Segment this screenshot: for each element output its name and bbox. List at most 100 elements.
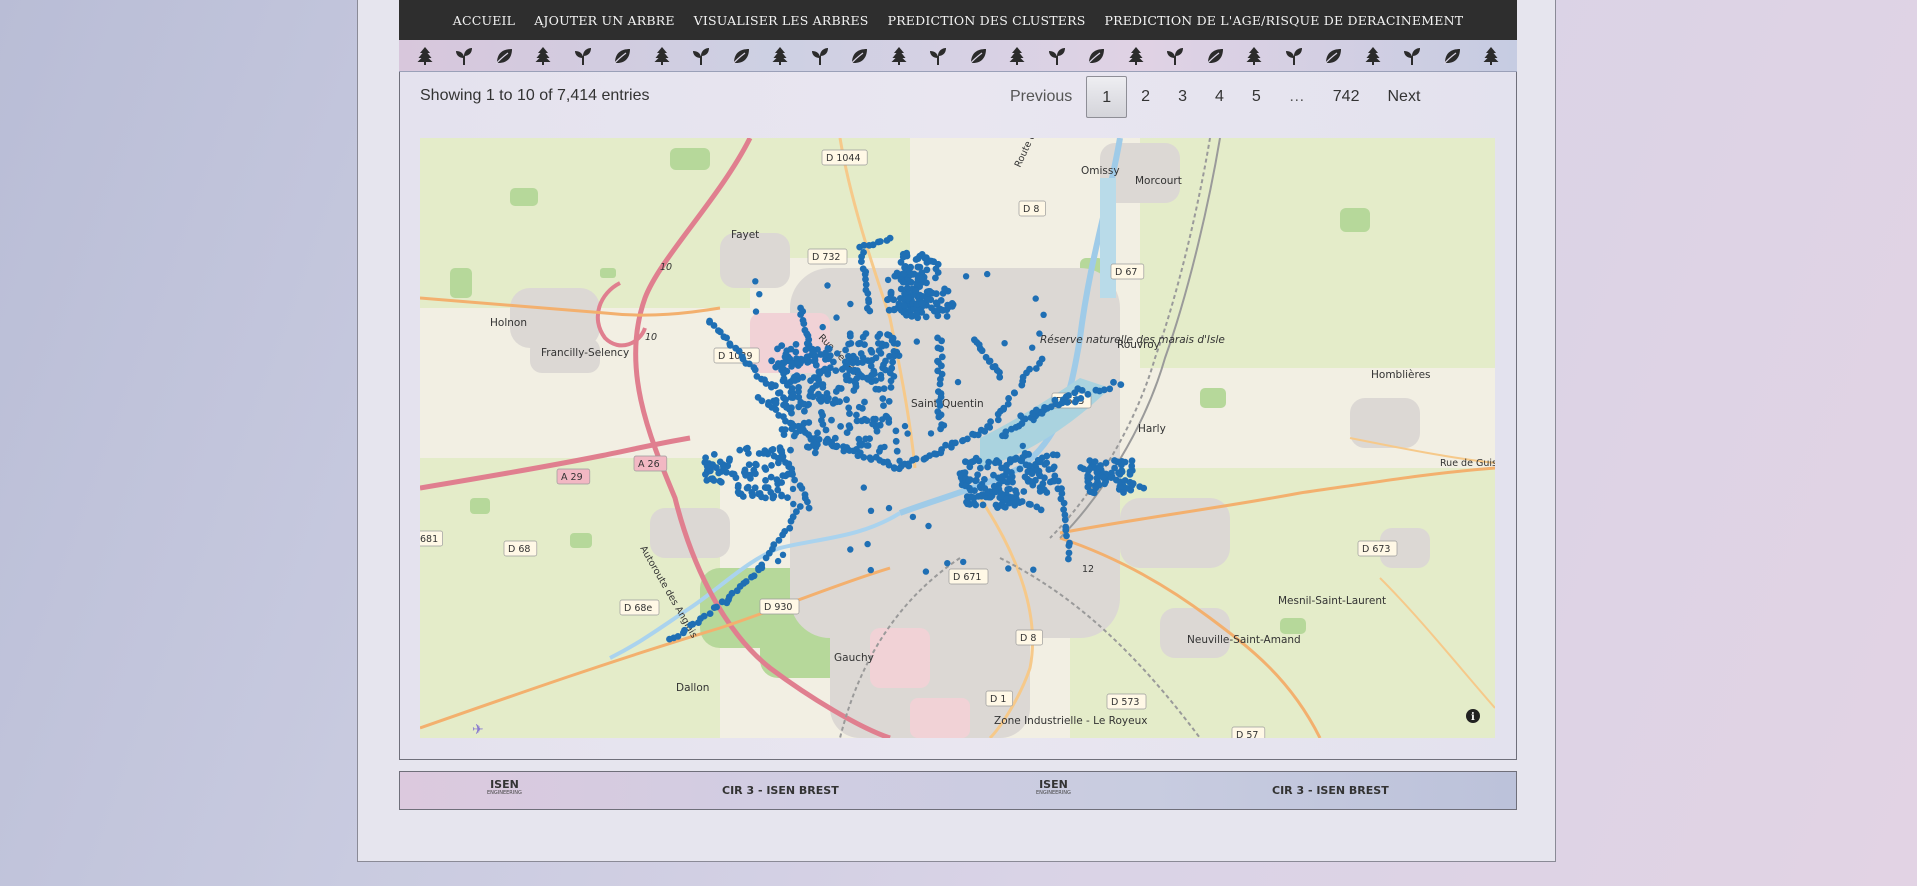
tree-marker[interactable] (996, 373, 1004, 381)
tree-marker[interactable] (845, 340, 852, 348)
tree-marker[interactable] (1020, 488, 1028, 495)
map-canvas[interactable]: Omissy Morcourt Fayet Holnon Francilly-S… (420, 138, 1495, 738)
tree-marker[interactable] (1034, 467, 1041, 474)
tree-marker[interactable] (784, 494, 791, 501)
tree-marker[interactable] (886, 234, 894, 242)
tree-marker[interactable] (819, 323, 826, 331)
tree-marker[interactable] (843, 429, 851, 436)
tree-marker[interactable] (762, 477, 769, 484)
tree-marker[interactable] (842, 363, 849, 371)
tree-marker[interactable] (875, 386, 883, 393)
tree-marker[interactable] (860, 484, 867, 491)
tree-marker[interactable] (940, 422, 948, 429)
tree-marker[interactable] (1005, 395, 1012, 402)
tree-marker[interactable] (1043, 489, 1051, 496)
tree-marker[interactable] (896, 457, 903, 464)
tree-marker[interactable] (1039, 480, 1047, 488)
tree-marker[interactable] (977, 464, 984, 472)
tree-marker[interactable] (752, 470, 759, 478)
tree-marker[interactable] (1001, 340, 1008, 347)
tree-marker[interactable] (912, 287, 920, 294)
tree-marker[interactable] (1018, 498, 1026, 505)
tree-marker[interactable] (890, 296, 898, 304)
pagination-next-button[interactable]: Next (1373, 76, 1434, 118)
tree-marker[interactable] (1060, 499, 1068, 507)
tree-marker[interactable] (960, 558, 967, 566)
tree-marker[interactable] (882, 357, 889, 365)
tree-marker[interactable] (713, 464, 720, 472)
tree-marker[interactable] (1117, 381, 1125, 388)
tree-marker[interactable] (1043, 452, 1051, 460)
tree-marker[interactable] (1032, 295, 1039, 302)
tree-marker[interactable] (900, 270, 908, 277)
tree-marker[interactable] (816, 369, 824, 377)
tree-marker[interactable] (877, 375, 885, 382)
tree-marker[interactable] (876, 238, 884, 245)
tree-marker[interactable] (925, 522, 932, 530)
tree-marker[interactable] (885, 418, 893, 426)
tree-marker[interactable] (1121, 458, 1129, 466)
tree-marker[interactable] (783, 403, 790, 411)
tree-marker[interactable] (917, 274, 925, 282)
tree-marker[interactable] (748, 573, 755, 581)
tree-marker[interactable] (772, 406, 780, 413)
tree-marker[interactable] (882, 341, 890, 349)
tree-marker[interactable] (867, 507, 875, 514)
tree-marker[interactable] (937, 297, 945, 304)
tree-marker[interactable] (1111, 457, 1118, 464)
tree-marker[interactable] (936, 380, 944, 388)
tree-marker[interactable] (742, 472, 749, 479)
tree-marker[interactable] (815, 376, 822, 384)
tree-marker[interactable] (1013, 490, 1020, 497)
tree-marker[interactable] (1019, 442, 1026, 450)
tree-marker[interactable] (928, 304, 935, 312)
tree-marker[interactable] (865, 298, 873, 306)
tree-marker[interactable] (845, 404, 853, 412)
tree-marker[interactable] (1022, 461, 1030, 469)
tree-marker[interactable] (837, 423, 844, 430)
tree-marker[interactable] (1036, 458, 1044, 466)
tree-marker[interactable] (847, 300, 854, 308)
tree-marker[interactable] (751, 484, 759, 492)
tree-marker[interactable] (890, 352, 898, 360)
tree-marker[interactable] (1092, 484, 1100, 492)
tree-marker[interactable] (734, 482, 742, 489)
pagination-page-742[interactable]: 742 (1319, 76, 1374, 118)
tree-marker[interactable] (815, 436, 823, 443)
tree-marker[interactable] (782, 350, 789, 358)
tree-marker[interactable] (1084, 390, 1092, 398)
tree-marker[interactable] (849, 359, 857, 367)
tree-marker[interactable] (954, 378, 962, 386)
tree-marker[interactable] (866, 307, 874, 315)
tree-marker[interactable] (758, 397, 766, 405)
tree-marker[interactable] (899, 253, 907, 261)
tree-marker[interactable] (864, 290, 872, 297)
tree-marker[interactable] (789, 485, 797, 493)
tree-marker[interactable] (1036, 330, 1043, 337)
tree-marker[interactable] (1020, 415, 1027, 423)
tree-marker[interactable] (769, 494, 777, 502)
tree-marker[interactable] (800, 320, 808, 327)
tree-marker[interactable] (1030, 566, 1037, 573)
tree-marker[interactable] (778, 447, 785, 455)
tree-marker[interactable] (904, 430, 911, 437)
tree-marker[interactable] (1029, 344, 1036, 351)
tree-marker[interactable] (935, 413, 943, 421)
tree-marker[interactable] (1065, 542, 1073, 549)
tree-marker[interactable] (819, 412, 826, 419)
tree-marker[interactable] (890, 305, 898, 313)
tree-marker[interactable] (809, 441, 817, 449)
pagination-previous-button[interactable]: Previous (996, 76, 1086, 118)
nav-prediction-clusters[interactable]: PREDICTION DES CLUSTERS (888, 13, 1086, 28)
tree-marker[interactable] (1005, 565, 1012, 572)
tree-marker[interactable] (967, 487, 974, 494)
tree-marker[interactable] (736, 446, 744, 454)
tree-marker[interactable] (803, 443, 811, 451)
tree-marker[interactable] (768, 462, 775, 469)
tree-marker[interactable] (846, 332, 854, 340)
tree-marker[interactable] (695, 619, 702, 626)
tree-marker[interactable] (778, 492, 785, 500)
tree-marker[interactable] (921, 254, 929, 262)
tree-marker[interactable] (981, 476, 988, 483)
tree-marker[interactable] (1077, 395, 1085, 402)
